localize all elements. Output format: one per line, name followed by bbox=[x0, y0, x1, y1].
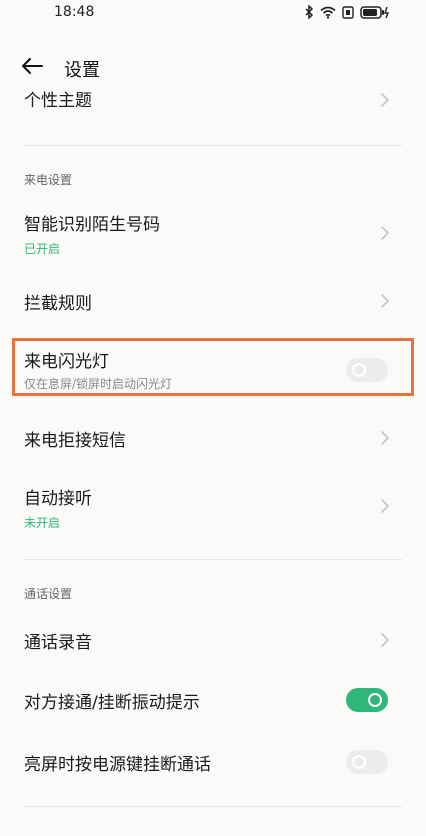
row-vibrate[interactable]: 对方接通/挂断振动提示 bbox=[0, 674, 426, 726]
section-label-call: 通话设置 bbox=[24, 587, 73, 601]
section-label-incoming: 来电设置 bbox=[24, 173, 73, 187]
back-button[interactable] bbox=[18, 56, 46, 80]
row-title: 拦截规则 bbox=[24, 294, 92, 314]
row-reject-sms[interactable]: 来电拒接短信 bbox=[0, 412, 426, 464]
row-title: 通话录音 bbox=[24, 633, 92, 653]
row-title: 来电拒接短信 bbox=[24, 431, 126, 451]
arrow-left-icon bbox=[21, 58, 43, 78]
status-bar: 18:48 bbox=[0, 0, 426, 28]
row-theme[interactable]: 个性主题 bbox=[0, 88, 426, 144]
divider bbox=[24, 559, 402, 560]
chevron-right-icon bbox=[380, 225, 390, 241]
toggle-knob bbox=[368, 693, 382, 707]
highlight-box bbox=[12, 338, 414, 396]
row-block-rules[interactable]: 拦截规则 bbox=[0, 276, 426, 328]
divider bbox=[24, 145, 402, 146]
header: 设置 bbox=[0, 48, 426, 88]
row-title: 个性主题 bbox=[24, 91, 92, 111]
page-title: 设置 bbox=[64, 60, 100, 81]
sim-icon bbox=[342, 5, 354, 19]
battery-charging-icon bbox=[360, 5, 390, 19]
row-power-hangup[interactable]: 亮屏时按电源键挂断通话 bbox=[0, 736, 426, 788]
bluetooth-icon bbox=[304, 5, 314, 19]
chevron-right-icon bbox=[380, 92, 390, 108]
row-smart-id[interactable]: 智能识别陌生号码 已开启 bbox=[0, 200, 426, 264]
toggle-knob bbox=[352, 755, 366, 769]
row-title: 亮屏时按电源键挂断通话 bbox=[24, 755, 211, 775]
chevron-right-icon bbox=[380, 430, 390, 446]
row-title: 智能识别陌生号码 bbox=[24, 215, 160, 235]
chevron-right-icon bbox=[380, 632, 390, 648]
power-hangup-toggle[interactable] bbox=[346, 750, 388, 774]
status-icons bbox=[304, 5, 390, 19]
wifi-icon bbox=[320, 6, 336, 19]
row-auto-answer[interactable]: 自动接听 未开启 bbox=[0, 474, 426, 538]
vibrate-toggle[interactable] bbox=[346, 688, 388, 712]
row-recording[interactable]: 通话录音 bbox=[0, 614, 426, 666]
status-text: 未开启 bbox=[24, 516, 61, 530]
status-text: 已开启 bbox=[24, 242, 61, 256]
chevron-right-icon bbox=[380, 293, 390, 309]
row-title: 对方接通/挂断振动提示 bbox=[24, 693, 200, 713]
chevron-right-icon bbox=[380, 498, 390, 514]
status-time: 18:48 bbox=[54, 4, 95, 20]
divider bbox=[24, 806, 402, 807]
row-title: 自动接听 bbox=[24, 489, 92, 509]
